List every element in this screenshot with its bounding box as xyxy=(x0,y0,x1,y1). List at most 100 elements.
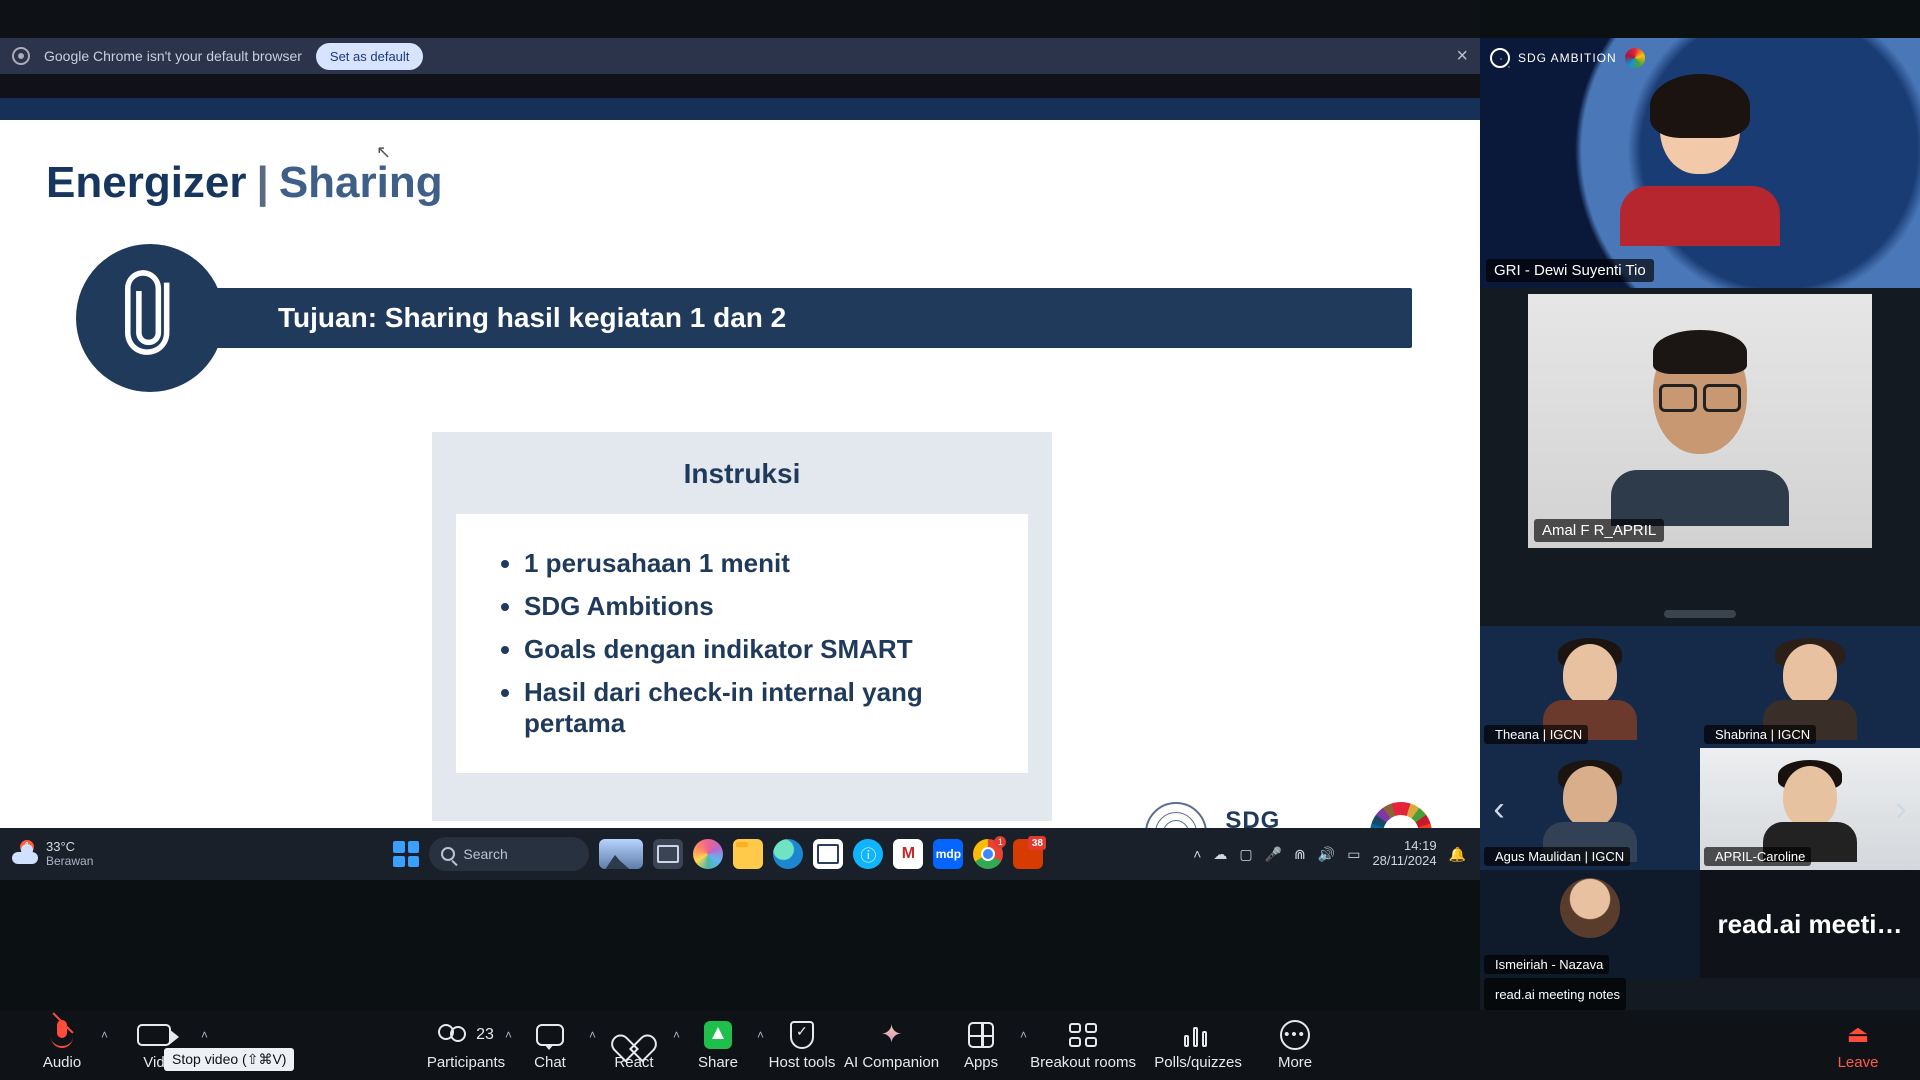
tray-volume-icon[interactable]: 🔊 xyxy=(1318,846,1335,863)
chrome-default-browser-bar: Google Chrome isn't your default browser… xyxy=(0,38,1480,74)
mcafee-icon[interactable]: M xyxy=(893,839,923,869)
tray-battery-icon[interactable]: ▭ xyxy=(1347,846,1360,863)
instruksi-bullet: Goals dengan indikator SMART xyxy=(524,634,1000,665)
cursor-icon: ↖ xyxy=(376,142,391,163)
mdp-app-icon[interactable]: mdp xyxy=(933,839,963,869)
panel-resize-handle[interactable] xyxy=(1664,610,1736,618)
instruksi-box: Instruksi 1 perusahaan 1 menit SDG Ambit… xyxy=(432,432,1052,821)
chrome-taskbar-icon[interactable]: 1 xyxy=(973,839,1003,869)
leave-icon: ⏏ xyxy=(1847,1020,1870,1049)
slide-title: Energizer|Sharing xyxy=(0,120,1480,208)
tray-mic-icon[interactable]: 🎤 xyxy=(1265,846,1282,863)
share-button[interactable]: Share ˄ xyxy=(676,1020,760,1071)
more-icon: ••• xyxy=(1280,1020,1310,1050)
shield-icon xyxy=(790,1021,814,1049)
participant-avatar xyxy=(1560,878,1620,938)
video-panel: SDG AMBITION GRI - Dewi Suyenti Tio Amal… xyxy=(1480,38,1920,1010)
taskbar-search-placeholder: Search xyxy=(463,846,507,862)
zoom-taskbar-icon[interactable]: 38 xyxy=(1013,839,1043,869)
tray-chevron-icon[interactable]: ˄ xyxy=(1193,846,1201,862)
more-button[interactable]: ••• More xyxy=(1253,1020,1337,1071)
participants-count: 23 xyxy=(476,1026,494,1044)
search-icon xyxy=(441,847,455,861)
gallery-next-button[interactable]: › xyxy=(1886,782,1916,836)
gallery-prev-button[interactable]: ‹ xyxy=(1484,782,1514,836)
paperclip-icon xyxy=(115,266,185,371)
participant-name: read.ai meeting notes xyxy=(1495,987,1620,1002)
audio-button[interactable]: Audio ˄ xyxy=(20,1020,104,1071)
tray-onedrive-icon[interactable]: ▢ xyxy=(1239,846,1252,863)
polls-button[interactable]: Polls/quizzes xyxy=(1143,1020,1253,1071)
taskbar-photo-widget[interactable] xyxy=(599,839,643,869)
tray-wifi-icon[interactable]: ⋒ xyxy=(1294,846,1306,863)
file-explorer-icon[interactable] xyxy=(733,839,763,869)
share-icon xyxy=(704,1021,732,1049)
copilot-icon[interactable] xyxy=(693,839,723,869)
video-tile[interactable]: Amal F R_APRIL xyxy=(1528,294,1872,548)
video-grid-row-3: Ismeiriah - Nazava read.ai meeti… read.a… xyxy=(1480,870,1920,1010)
system-tray[interactable]: ˄ ☁ ▢ 🎤 ⋒ 🔊 ▭ 14:19 28/11/2024 🔔 xyxy=(1193,839,1480,869)
tray-notifications-icon[interactable]: 🔔 xyxy=(1449,846,1466,863)
task-view-icon[interactable] xyxy=(653,839,683,869)
slide-goal-row: Tujuan: Sharing hasil kegiatan 1 dan 2 xyxy=(46,242,1480,402)
browser-tab-strip xyxy=(0,98,1480,120)
participant-name: Amal F R_APRIL xyxy=(1542,522,1656,539)
video-grid: Theana | IGCN Shabrina | IGCN ‹ Agus Mau… xyxy=(1480,626,1920,870)
start-button[interactable] xyxy=(393,841,419,867)
camera-icon xyxy=(137,1024,171,1046)
instruksi-header: Instruksi xyxy=(456,458,1028,490)
instruksi-bullet: Hasil dari check-in internal yang pertam… xyxy=(524,677,1000,739)
heart-icon xyxy=(620,1023,648,1047)
video-tile-small[interactable]: Shabrina | IGCN xyxy=(1700,626,1920,748)
video-tile-active-speaker[interactable]: SDG AMBITION GRI - Dewi Suyenti Tio xyxy=(1480,38,1920,288)
set-default-button[interactable]: Set as default xyxy=(316,43,424,70)
leave-button[interactable]: ⏏ Leave xyxy=(1816,1020,1900,1071)
slide-goal-bar: Tujuan: Sharing hasil kegiatan 1 dan 2 xyxy=(174,288,1412,348)
slide-goal-icon-circle xyxy=(76,244,224,392)
ms-store-icon[interactable] xyxy=(813,839,843,869)
zoom-toolbar: Audio ˄ Vid ˄ Stop video (⇧⌘V) 23 Partic… xyxy=(0,1010,1920,1080)
taskbar-search[interactable]: Search xyxy=(429,837,589,871)
readai-label-truncated: read.ai meeti… xyxy=(1718,909,1903,940)
participant-avatar xyxy=(1625,330,1775,510)
apps-button[interactable]: Apps ˄ xyxy=(939,1020,1023,1071)
tile-sdg-badge: SDG AMBITION xyxy=(1490,48,1645,68)
breakout-rooms-button[interactable]: Breakout rooms xyxy=(1023,1020,1143,1071)
apps-icon xyxy=(968,1022,994,1048)
video-tile-small[interactable]: ‹ Agus Maulidan | IGCN xyxy=(1480,748,1700,870)
video-tile-readai[interactable]: read.ai meeti… xyxy=(1700,870,1920,978)
participant-name: Ismeiriah - Nazava xyxy=(1495,957,1603,972)
slide-title-main: Energizer xyxy=(46,158,247,207)
weather-temp: 33°C xyxy=(46,840,93,854)
chat-button[interactable]: Chat ˄ xyxy=(508,1020,592,1071)
video-tile-small[interactable]: Theana | IGCN xyxy=(1480,626,1700,748)
instruksi-bullet: SDG Ambitions xyxy=(524,591,1000,622)
video-tile-small[interactable]: › APRIL-Caroline xyxy=(1700,748,1920,870)
video-tooltip: Stop video (⇧⌘V) xyxy=(164,1048,294,1071)
participants-button[interactable]: 23 Participants ˄ xyxy=(424,1020,508,1071)
chrome-icon xyxy=(12,47,30,65)
ai-companion-button[interactable]: ✦ AI Companion xyxy=(844,1020,939,1071)
windows-taskbar: 1 33°C Berawan Search ⓘ M mdp 1 38 xyxy=(0,828,1480,880)
weather-desc: Berawan xyxy=(46,855,93,868)
close-icon[interactable]: × xyxy=(1456,45,1468,68)
edge-icon[interactable] xyxy=(773,839,803,869)
mic-muted-icon xyxy=(49,1020,75,1050)
cloud-icon: 1 xyxy=(12,844,38,864)
instruksi-inner: 1 perusahaan 1 menit SDG Ambitions Goals… xyxy=(456,514,1028,773)
taskbar-clock[interactable]: 14:19 28/11/2024 xyxy=(1372,839,1436,869)
skype-icon[interactable]: ⓘ xyxy=(853,839,883,869)
participant-name: Agus Maulidan | IGCN xyxy=(1495,849,1624,864)
sparkle-icon: ✦ xyxy=(881,1019,903,1050)
browser-top-bar xyxy=(0,0,1480,38)
chrome-bar-message: Google Chrome isn't your default browser xyxy=(44,48,302,64)
polls-icon xyxy=(1184,1023,1212,1047)
chevron-up-icon[interactable]: ˄ xyxy=(201,1028,208,1042)
tray-cloud-icon[interactable]: ☁ xyxy=(1213,846,1227,863)
chat-icon xyxy=(536,1024,564,1046)
host-tools-button[interactable]: Host tools xyxy=(760,1020,844,1071)
taskbar-weather[interactable]: 1 33°C Berawan xyxy=(12,840,93,867)
video-tile-tiny[interactable]: Ismeiriah - Nazava xyxy=(1480,870,1700,978)
react-button[interactable]: React ˄ xyxy=(592,1020,676,1071)
video-button[interactable]: Vid ˄ Stop video (⇧⌘V) xyxy=(104,1020,204,1071)
